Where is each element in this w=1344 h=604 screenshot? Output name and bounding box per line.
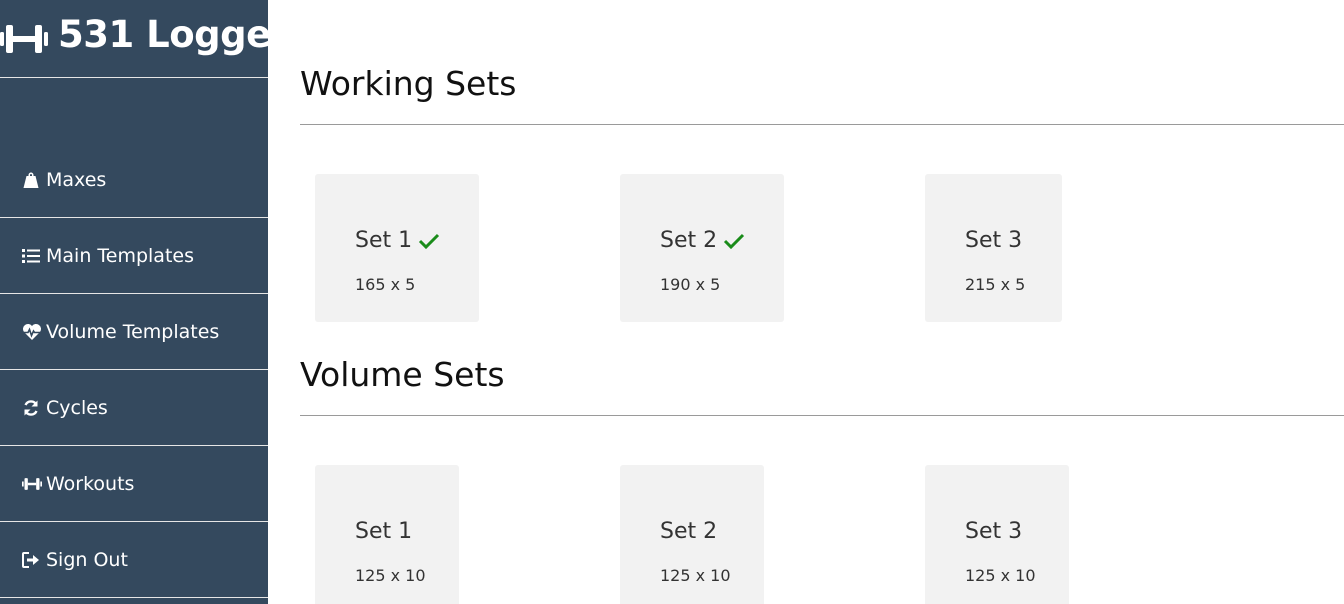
set-reps: 125 x 10 — [965, 566, 1036, 585]
refresh-icon — [22, 398, 42, 418]
set-reps: 125 x 10 — [660, 566, 731, 585]
divider — [300, 124, 1344, 125]
list-icon — [22, 246, 42, 266]
set-reps: 125 x 10 — [355, 566, 426, 585]
set-reps: 165 x 5 — [355, 275, 416, 294]
nav-label: Workouts — [46, 472, 135, 495]
set-name: Set 1 — [355, 228, 413, 253]
set-name: Set 3 — [965, 519, 1023, 544]
volume-sets-title: Volume Sets — [300, 355, 505, 394]
nav-label: Volume Templates — [46, 320, 220, 343]
working-set-card[interactable]: Set 3 215 x 5 — [925, 174, 1062, 322]
volume-set-card[interactable]: Set 2 125 x 10 — [620, 465, 764, 604]
main-content: Working Sets Set 1 165 x 5 Set 2 190 x 5… — [300, 0, 1344, 604]
sidebar: 531 Logger Maxes Main Templates Volume T… — [0, 0, 268, 604]
sign-out-icon — [22, 550, 42, 570]
check-icon — [723, 232, 745, 250]
brand-title: 531 Logger — [58, 13, 268, 56]
dumbbell-icon — [22, 474, 42, 494]
nav-label: Main Templates — [46, 244, 194, 267]
brand-header[interactable]: 531 Logger — [0, 0, 268, 78]
nav-item-workouts[interactable]: Workouts — [0, 446, 268, 522]
nav-item-maxes[interactable]: Maxes — [0, 142, 268, 218]
nav-item-cycles[interactable]: Cycles — [0, 370, 268, 446]
set-name: Set 2 — [660, 519, 718, 544]
working-set-card[interactable]: Set 1 165 x 5 — [315, 174, 479, 322]
nav-item-main-templates[interactable]: Main Templates — [0, 218, 268, 294]
nav-item-sign-out[interactable]: Sign Out — [0, 522, 268, 598]
set-name: Set 2 — [660, 228, 718, 253]
dumbbell-icon — [0, 22, 48, 56]
nav-label: Sign Out — [46, 548, 128, 571]
set-reps: 215 x 5 — [965, 275, 1026, 294]
working-set-card[interactable]: Set 2 190 x 5 — [620, 174, 784, 322]
volume-set-card[interactable]: Set 3 125 x 10 — [925, 465, 1069, 604]
set-reps: 190 x 5 — [660, 275, 721, 294]
set-name: Set 3 — [965, 228, 1023, 253]
divider — [300, 415, 1344, 416]
set-name: Set 1 — [355, 519, 413, 544]
nav-item-volume-templates[interactable]: Volume Templates — [0, 294, 268, 370]
volume-set-card[interactable]: Set 1 125 x 10 — [315, 465, 459, 604]
check-icon — [418, 232, 440, 250]
sidebar-nav: Maxes Main Templates Volume Templates Cy… — [0, 142, 268, 598]
weight-icon — [22, 170, 42, 190]
heartbeat-icon — [22, 322, 42, 342]
nav-label: Maxes — [46, 168, 107, 191]
nav-label: Cycles — [46, 396, 108, 419]
working-sets-title: Working Sets — [300, 64, 517, 103]
